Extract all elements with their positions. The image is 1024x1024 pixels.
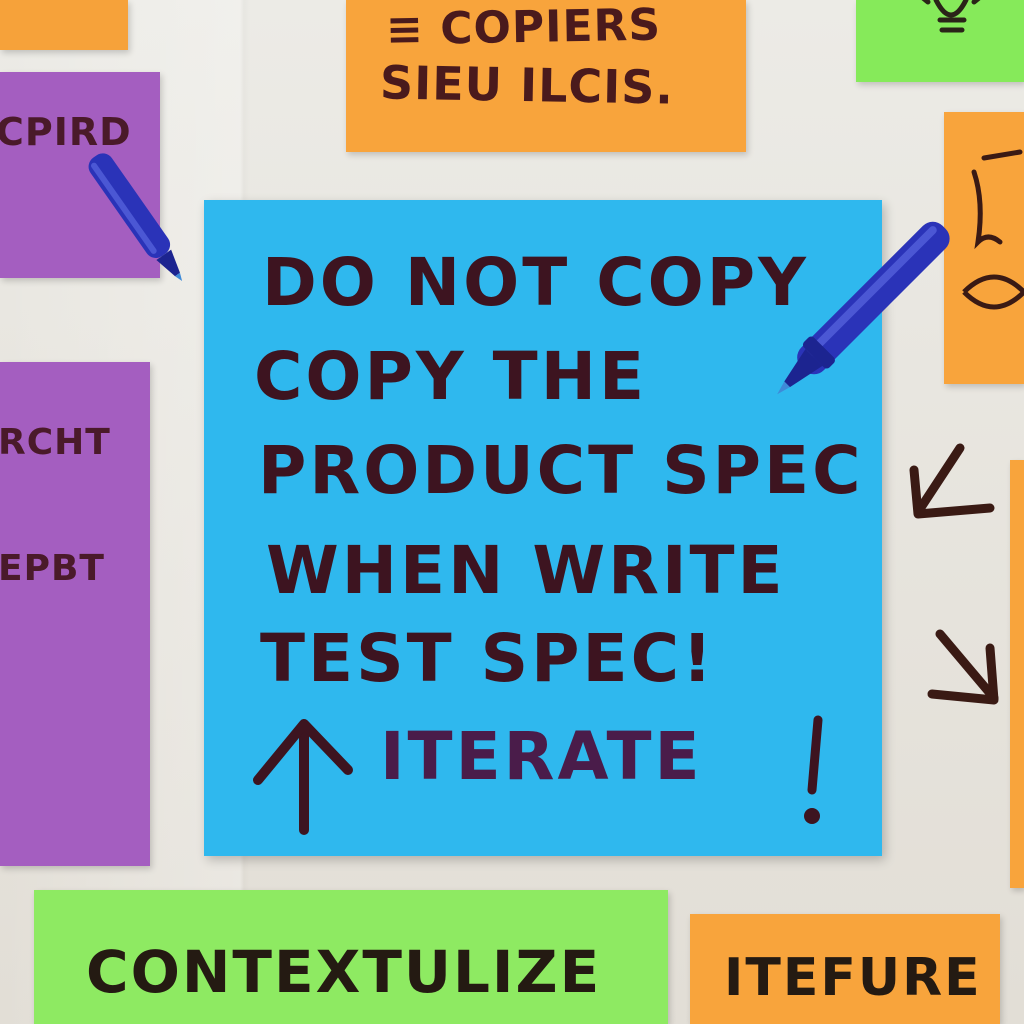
arrow-down-right-icon: [927, 629, 999, 705]
note-text: ITEFURE: [724, 948, 982, 1008]
main-note-line-6: ITERATE: [380, 718, 703, 795]
note-text: CONTEXTULIZE: [86, 938, 602, 1006]
main-note-line-3: PRODUCT SPEC: [258, 432, 864, 509]
sticky-note-top-right: [856, 0, 1024, 82]
note-text: SIEU ILCIS.: [379, 55, 675, 115]
sticky-note-top-left: [0, 0, 128, 50]
lightbulb-icon: [921, 0, 981, 33]
main-note-line-2: COPY THE: [254, 338, 648, 415]
underline-stroke: [0, 268, 60, 278]
sticky-note-left-lower: RCHT EPBT: [0, 362, 150, 866]
blue-marker-icon: [88, 153, 183, 282]
main-note-line-5: TEST SPEC!: [260, 620, 716, 697]
blue-marker-icon: [777, 221, 950, 395]
note-text: EPBT: [0, 548, 105, 589]
main-note-line-1: DO NOT COPY: [262, 244, 809, 321]
note-text: ≡ COPIERS: [385, 0, 662, 56]
main-note-line-4: WHEN WRITE: [266, 532, 786, 609]
sticky-note-top: ≡ COPIERS SIEU ILCIS.: [346, 0, 746, 152]
sticky-note-right-edge: [1010, 460, 1024, 888]
arrow-up-icon: [253, 719, 353, 835]
sticky-note-bottom-green: CONTEXTULIZE: [34, 890, 668, 1024]
sticky-note-bottom-orange: ITEFURE: [690, 914, 1000, 1024]
arrow-down-left-icon: [909, 443, 995, 519]
note-text: RCHT: [0, 422, 111, 463]
exclamation-mark: [804, 715, 823, 824]
